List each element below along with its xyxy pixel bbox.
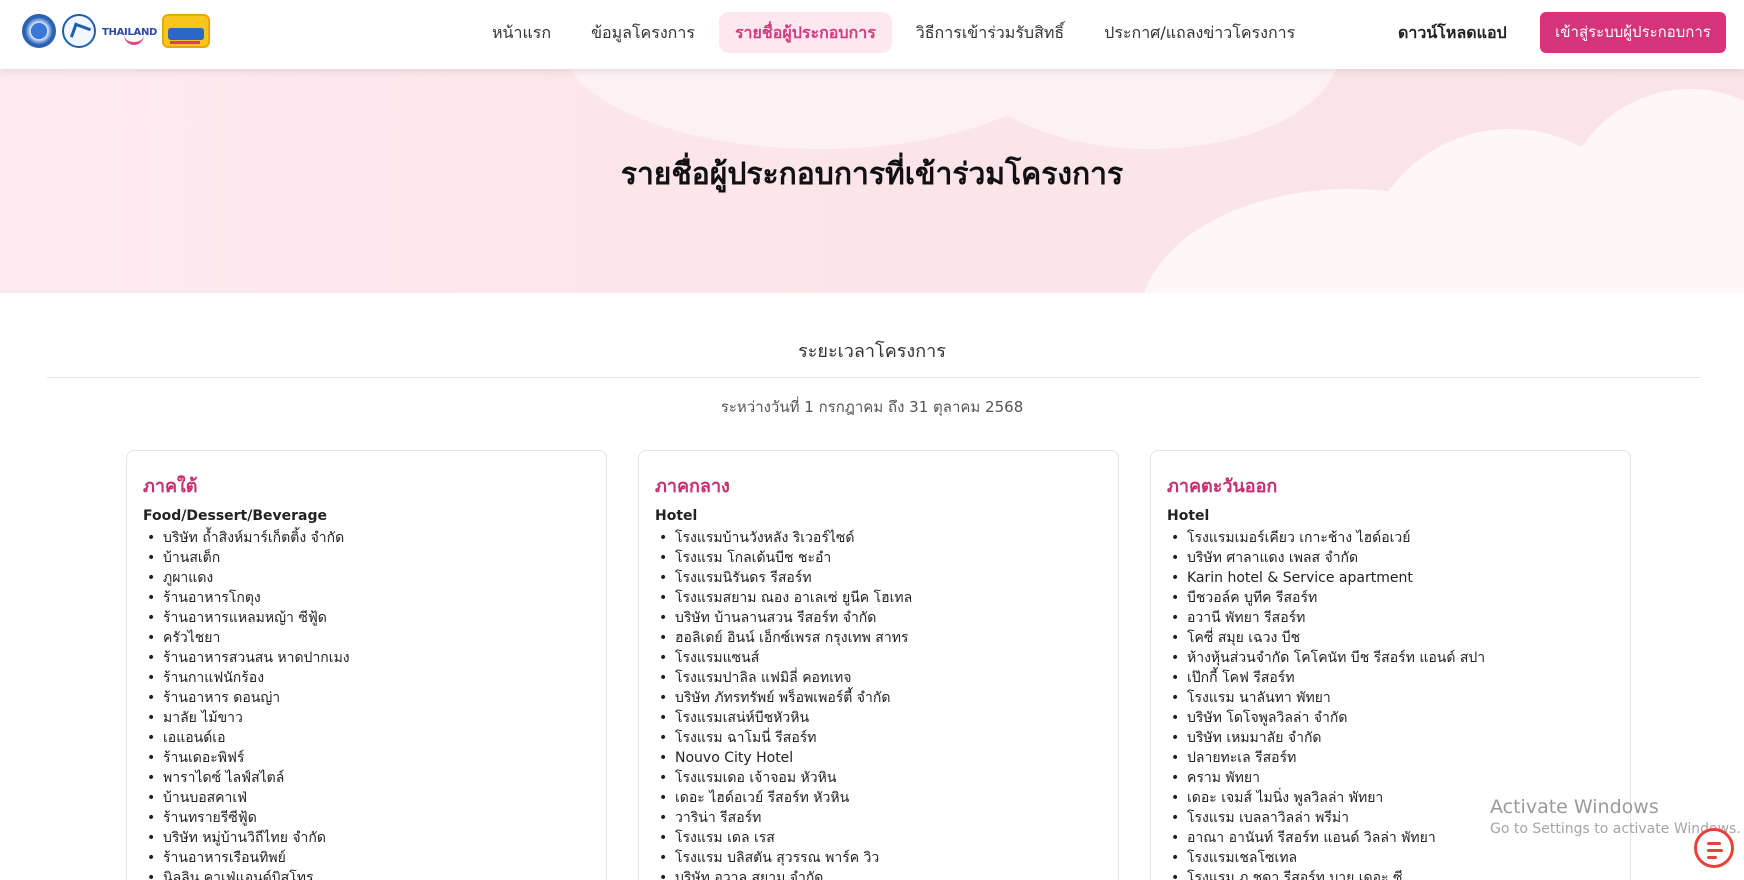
operator-list-item: ร้านทรายรีซีฟู้ด xyxy=(143,808,350,828)
operator-list-item: ร้านอาหารเรือนทิพย์ xyxy=(143,848,350,868)
region-title: ภาคตะวันออก xyxy=(1167,476,1278,497)
region-card-south: ภาคใต้ Food/Dessert/Beverage บริษัท ถ้ำส… xyxy=(126,450,607,880)
operator-list-item: บริษัท ศาลาแดง เพลส จำกัด xyxy=(1167,548,1485,568)
operator-list-item: ห้างหุ้นส่วนจำกัด โคโคนัท บีช รีสอร์ท แอ… xyxy=(1167,648,1485,668)
region-category: Hotel xyxy=(1167,508,1210,524)
operator-list-item: ร้านอาหารแหลมหญ้า ซีฟู้ด xyxy=(143,608,350,628)
operator-list-item: โรงแรมเมอร์เคียว เกาะช้าง ไฮด์อเวย์ xyxy=(1167,528,1485,548)
operator-list-item: โรงแรม บลิสตัน สุวรรณ พาร์ค วิว xyxy=(655,848,912,868)
nav-how-to-join[interactable]: วิธีการเข้าร่วมรับสิทธิ์ xyxy=(900,12,1080,53)
operator-list-item: โรงแรมปาลิล แฟมิลี่ คอทเทจ xyxy=(655,668,912,688)
nav-announcements[interactable]: ประกาศ/แถลงข่าวโครงการ xyxy=(1088,12,1311,53)
campaign-logo xyxy=(162,14,210,48)
region-title: ภาคกลาง xyxy=(655,476,730,497)
operator-list-item: โรงแรมนิรันดร รีสอร์ท xyxy=(655,568,912,588)
operator-list-item: โรงแรม เบลลาวิลล่า พรีม่า xyxy=(1167,808,1485,828)
operator-list-item: โรงแรมแซนส์ xyxy=(655,648,912,668)
region-card-central: ภาคกลาง Hotel โรงแรมบ้านวังหลัง ริเวอร์ไ… xyxy=(638,450,1119,880)
operator-list-item: โรงแรม เดล เรส xyxy=(655,828,912,848)
download-app-link[interactable]: ดาวน์โหลดแอป xyxy=(1398,12,1507,53)
operator-list-item: ฮอลิเดย์ อินน์ เอ็กซ์เพรส กรุงเทพ สาทร xyxy=(655,628,912,648)
operator-list-item: ภูผาแดง xyxy=(143,568,350,588)
operator-list-item: บีชวอล์ค บูทีค รีสอร์ท xyxy=(1167,588,1485,608)
operator-list-item: มาลัย ไม้ขาว xyxy=(143,708,350,728)
operator-list-item: โรงแรม นาลันทา พัทยา xyxy=(1167,688,1485,708)
operator-list-item: บริษัท หมู่บ้านวิถีไทย จำกัด xyxy=(143,828,350,848)
operator-list-item: ครัวไชยา xyxy=(143,628,350,648)
operator-list-item: โรงแรม ภ ชุดา รีสอร์ท บาย เดอะ ซี xyxy=(1167,868,1485,880)
menu-lines-icon xyxy=(1707,842,1721,845)
operator-list-item: ร้านอาหารโกตุง xyxy=(143,588,350,608)
operator-list-item: บริษัท บ้านลานสวน รีสอร์ท จำกัด xyxy=(655,608,912,628)
operator-list-item: บริษัท ถ้ำสิงห์มาร์เก็ตติ้ง จำกัด xyxy=(143,528,350,548)
section-divider xyxy=(47,377,1701,378)
activate-windows-title: Activate Windows xyxy=(1490,796,1659,818)
operator-list-item: โรงแรม ฉาโมนี่ รีสอร์ท xyxy=(655,728,912,748)
operator-list-item: โคซี่ สมุย เฉวง บีช xyxy=(1167,628,1485,648)
page-title: รายชื่อผู้ประกอบการที่เข้าร่วมโครงการ xyxy=(620,157,1124,192)
region-category: Food/Dessert/Beverage xyxy=(143,508,328,524)
region-category: Hotel xyxy=(655,508,698,524)
operator-list-item: โรงแรมเดอ เจ้าจอม หัวหิน xyxy=(655,768,912,788)
operator-list-item: บริษัท อวาล สยาม จำกัด xyxy=(655,868,912,880)
operator-list-item: ร้านเดอะพิฟร์ xyxy=(143,748,350,768)
region-title: ภาคใต้ xyxy=(143,476,198,497)
operator-list-item: Karin hotel & Service apartment xyxy=(1167,568,1485,588)
operator-list-item: โรงแรมเสน่ห์บีชหัวหิน xyxy=(655,708,912,728)
operator-list-item: โรงแรม โกลเด้นบีช ชะอำ xyxy=(655,548,912,568)
logo-group[interactable]: THAILAND xyxy=(22,14,210,48)
operator-list-item: คราม พัทยา xyxy=(1167,768,1485,788)
operator-list-item: โรงแรมเชลโซเทล xyxy=(1167,848,1485,868)
operator-list-item: อาณา อานันท์ รีสอร์ท แอนด์ วิลล่า พัทยา xyxy=(1167,828,1485,848)
operator-list-item: เอแอนด์เอ xyxy=(143,728,350,748)
nav-operator-list[interactable]: รายชื่อผู้ประกอบการ xyxy=(718,12,892,53)
operator-list-item: โรงแรมบ้านวังหลัง ริเวอร์ไซด์ xyxy=(655,528,912,548)
operator-list-item: Nouvo City Hotel xyxy=(655,748,912,768)
operator-list-item: ร้านกาแฟนักร้อง xyxy=(143,668,350,688)
main-nav: หน้าแรก ข้อมูลโครงการ รายชื่อผู้ประกอบกา… xyxy=(476,12,1319,53)
nav-home[interactable]: หน้าแรก xyxy=(476,12,567,53)
operator-list-item: ร้านอาหาร ดอนญ่า xyxy=(143,688,350,708)
operator-list-item: บ้านสเต็ก xyxy=(143,548,350,568)
operator-list-item: ปลายทะเล รีสอร์ท xyxy=(1167,748,1485,768)
operator-list: โรงแรมเมอร์เคียว เกาะช้าง ไฮด์อเวย์บริษั… xyxy=(1167,528,1485,880)
operator-list-item: นิลลิน คาเฟ่แอนด์บิสโทร xyxy=(143,868,350,880)
chat-float-button[interactable] xyxy=(1694,828,1734,868)
operator-list-item: บริษัท โดโจพูลวิลล่า จำกัด xyxy=(1167,708,1485,728)
amazing-thailand-logo: THAILAND xyxy=(102,14,157,48)
operator-list-item: บริษัท ภัทรทรัพย์ พร็อพเพอร์ตี้ จำกัด xyxy=(655,688,912,708)
operator-list-item: พาราไดซ์ ไลฟ์สไตล์ xyxy=(143,768,350,788)
period-heading: ระยะเวลาโครงการ xyxy=(798,341,946,362)
ministry-seal-logo xyxy=(22,14,56,48)
operator-list-item: อวานี พัทยา รีสอร์ท xyxy=(1167,608,1485,628)
top-navbar: THAILAND หน้าแรก ข้อมูลโครงการ รายชื่อผู… xyxy=(0,0,1744,69)
nav-project-info[interactable]: ข้อมูลโครงการ xyxy=(575,12,711,53)
hero-banner: รายชื่อผู้ประกอบการที่เข้าร่วมโครงการ xyxy=(0,69,1744,293)
operator-list: โรงแรมบ้านวังหลัง ริเวอร์ไซด์โรงแรม โกลเ… xyxy=(655,528,912,880)
operator-list: บริษัท ถ้ำสิงห์มาร์เก็ตติ้ง จำกัดบ้านสเต… xyxy=(143,528,350,880)
operator-list-item: เดอะ ไฮด์อเวย์ รีสอร์ท หัวหิน xyxy=(655,788,912,808)
operator-list-item: วาริน่า รีสอร์ท xyxy=(655,808,912,828)
operator-list-item: โรงแรมสยาม ณอง อาเลเซ่ ยูนีค โฮเทล xyxy=(655,588,912,608)
operator-list-item: บ้านบอสคาเฟ่ xyxy=(143,788,350,808)
operator-list-item: บริษัท เหมมาลัย จำกัด xyxy=(1167,728,1485,748)
operator-list-item: เดอะ เจมส์ ไมนิ่ง พูลวิลล่า พัทยา xyxy=(1167,788,1485,808)
operator-list-item: ร้านอาหารสวนสน หาดปากเมง xyxy=(143,648,350,668)
operator-list-item: เป๊กกี้ โคฟ รีสอร์ท xyxy=(1167,668,1485,688)
period-range: ระหว่างวันที่ 1 กรกฎาคม ถึง 31 ตุลาคม 25… xyxy=(720,398,1024,416)
tourism-authority-logo xyxy=(62,14,96,48)
operator-login-button[interactable]: เข้าสู่ระบบผู้ประกอบการ xyxy=(1540,12,1726,53)
